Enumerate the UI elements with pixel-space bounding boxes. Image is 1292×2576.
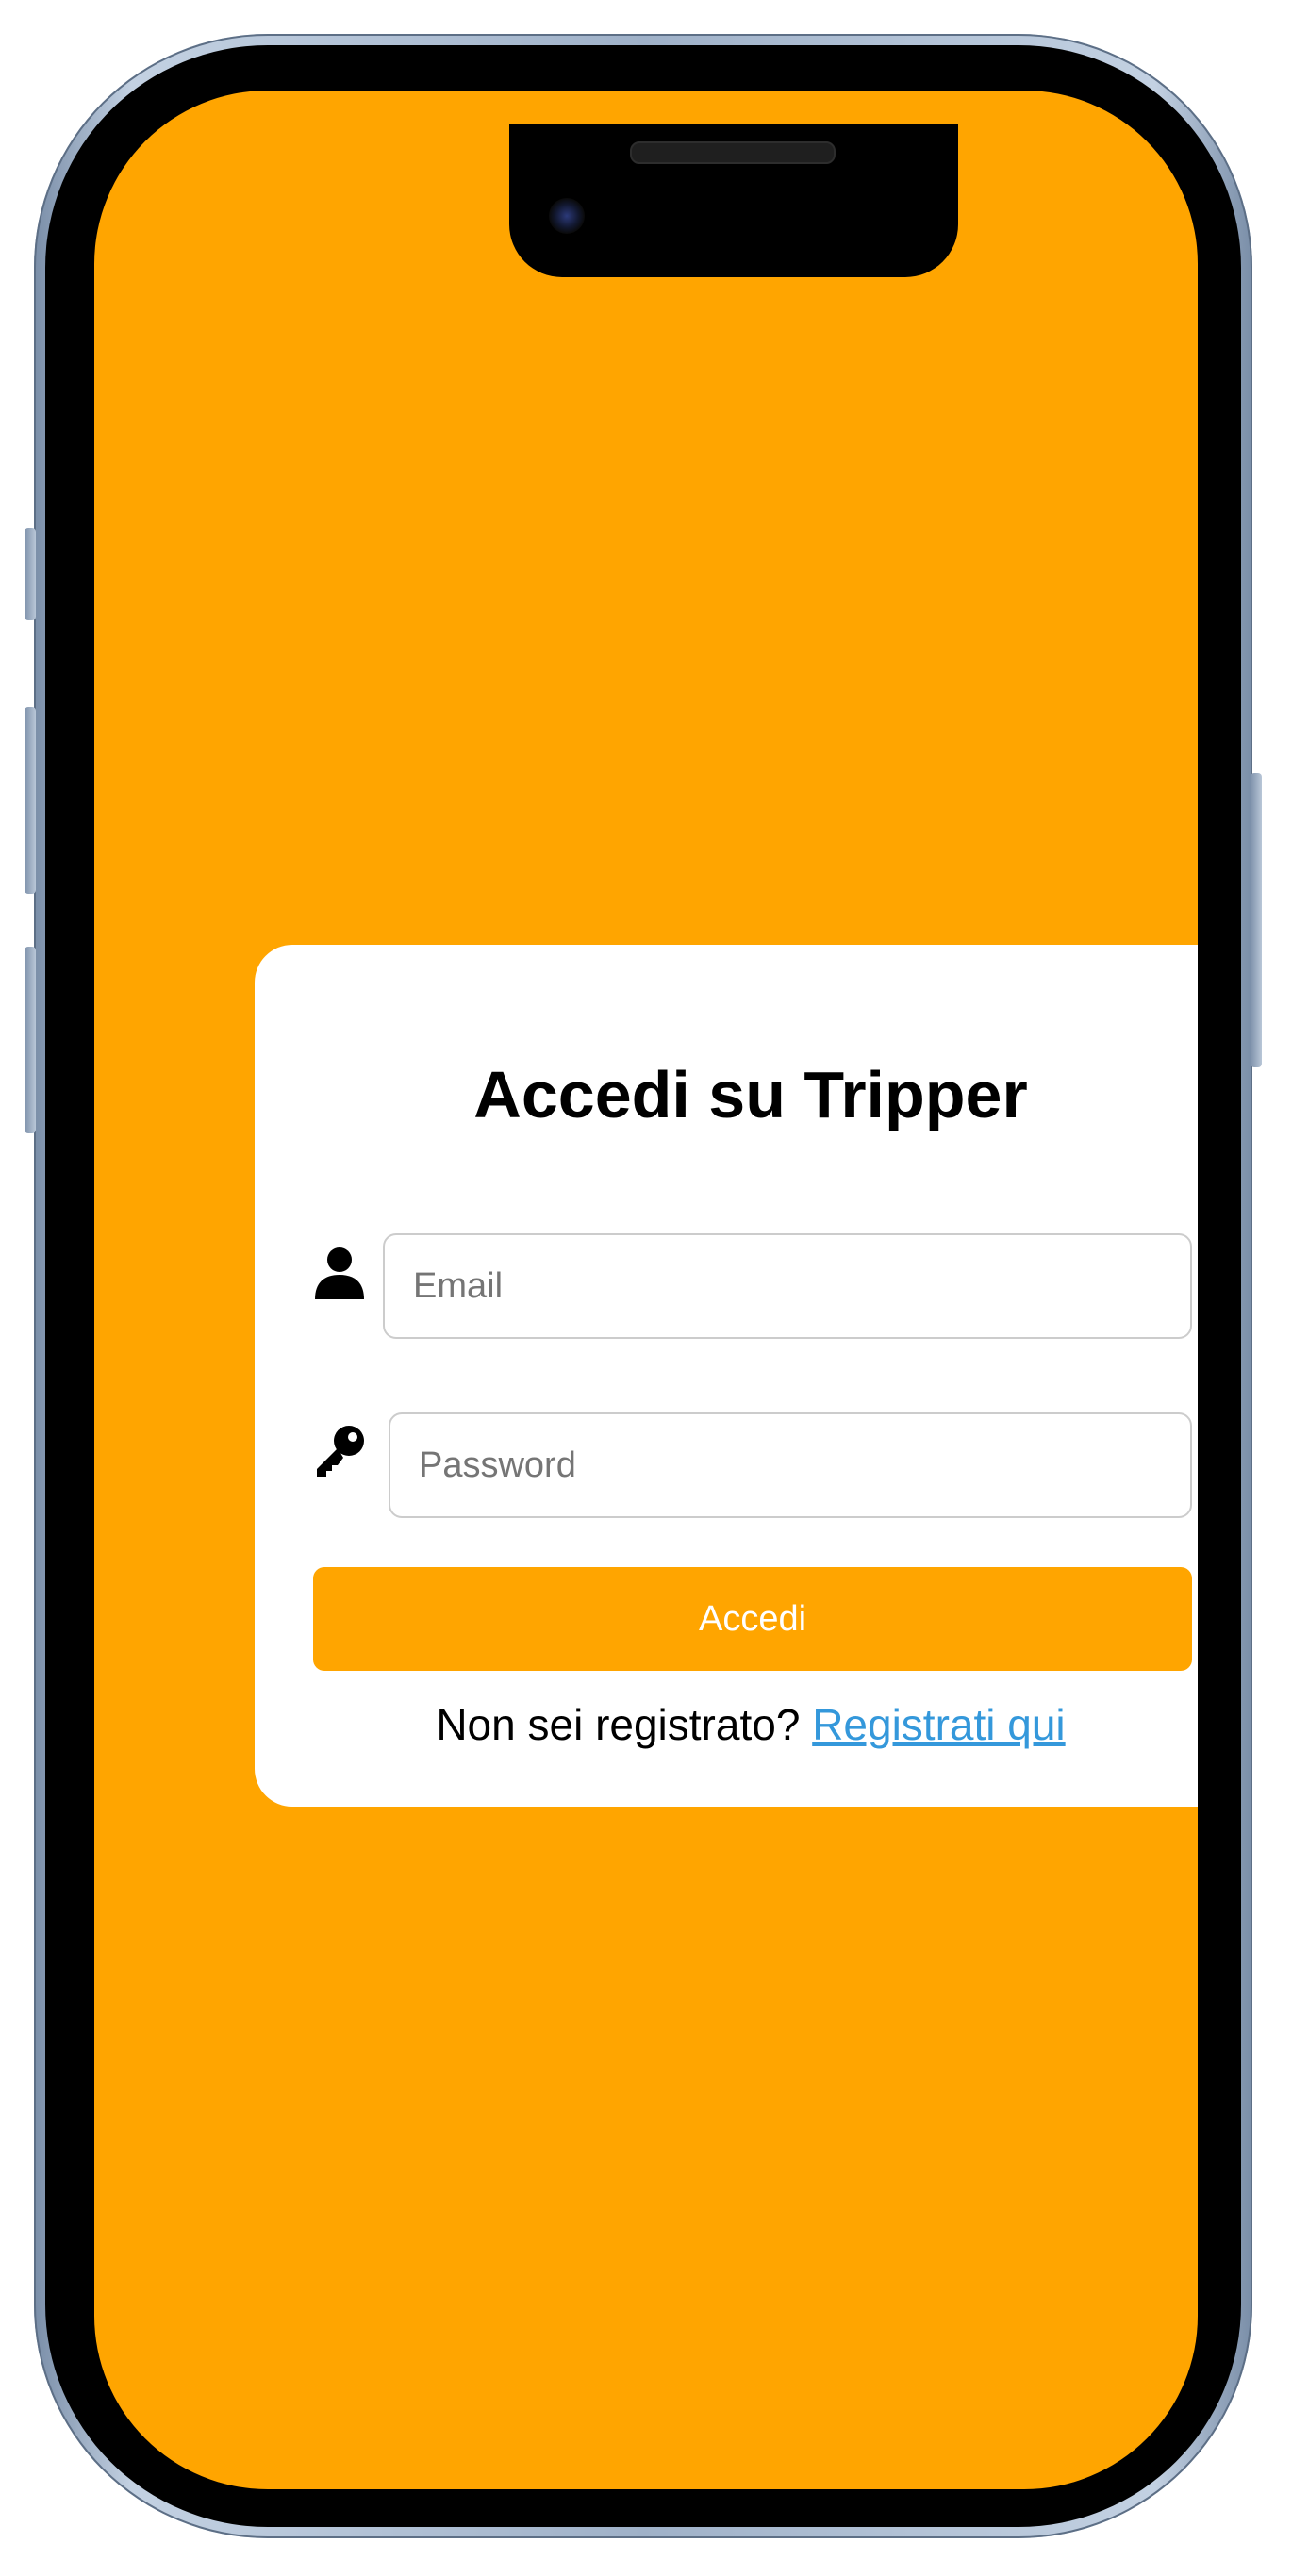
signup-link[interactable]: Registrati qui [812,1700,1065,1749]
password-input[interactable] [389,1412,1192,1518]
app-screen: Accedi su Tripper Accedi Non sei registr… [94,91,1198,2489]
user-icon [311,1245,368,1301]
volume-down-button [25,947,36,1133]
key-icon [311,1424,368,1480]
volume-up-button [25,707,36,894]
front-camera [549,198,585,234]
page-title: Accedi su Tripper [473,1058,1028,1131]
email-input[interactable] [383,1233,1192,1339]
speaker-grille [630,141,836,164]
login-card: Accedi su Tripper Accedi Non sei registr… [255,945,1198,1807]
silent-switch [25,528,36,620]
power-button [1251,773,1262,1067]
signup-prompt: Non sei registrato? [436,1700,801,1749]
login-button[interactable]: Accedi [313,1567,1192,1671]
signup-prompt-line: Non sei registrato? Registrati qui [255,1699,1198,1751]
